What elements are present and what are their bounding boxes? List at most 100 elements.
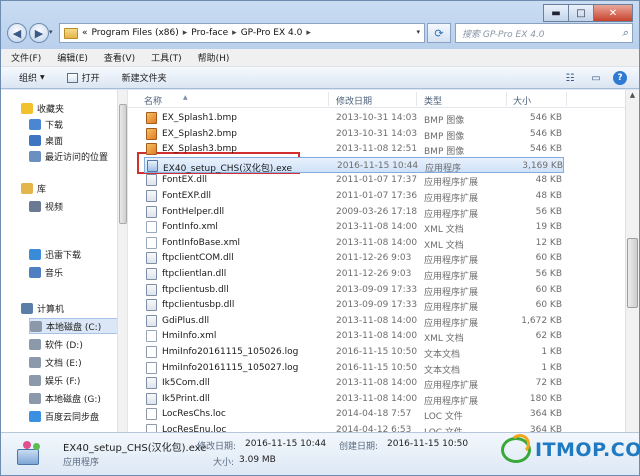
dll-file-icon	[146, 314, 157, 327]
column-divider[interactable]	[416, 92, 417, 106]
open-button[interactable]: 打开	[66, 71, 100, 84]
nav-item[interactable]: 桌面	[29, 132, 63, 148]
navigation-scroll-thumb[interactable]	[119, 104, 127, 224]
forward-button[interactable]: ▶	[29, 23, 49, 43]
breadcrumb-gp-pro-ex[interactable]: GP-Pro EX 4.0	[241, 28, 303, 38]
navigation-scrollbar[interactable]	[117, 90, 127, 432]
breadcrumb-separator[interactable]: ▸	[232, 28, 237, 38]
search-icon[interactable]: ⌕	[622, 26, 628, 40]
file-row[interactable]: Ik5Com.dll 2013-11-08 14:00 应用程序扩展 72 KB	[144, 375, 564, 391]
address-bar[interactable]: « Program Files (x86) ▸ Pro-face ▸ GP-Pr…	[59, 23, 425, 43]
bmp-file-icon	[146, 127, 157, 140]
maximize-button[interactable]: □	[568, 4, 594, 22]
file-row[interactable]: HmiInfo20161115_105026.log 2016-11-15 10:…	[144, 344, 564, 360]
file-row[interactable]: FontHelper.dll 2009-03-26 17:18 应用程序扩展 56 K…	[144, 204, 564, 220]
file-row[interactable]: GdiPlus.dll 2013-11-08 14:00 应用程序扩展 1,672 K…	[144, 313, 564, 329]
close-button[interactable]: ✕	[593, 4, 633, 22]
file-row[interactable]: LocResChs.loc 2014-04-18 7:57 LOC 文件 364 KB	[144, 406, 564, 422]
nav-item-label: 最近访问的位置	[45, 152, 109, 163]
nav-item[interactable]: 娱乐 (F:)	[29, 372, 80, 388]
file-name: ftpclientusbp.dll	[162, 300, 235, 311]
thunder-icon	[29, 248, 41, 260]
breadcrumb-pro-face[interactable]: Pro-face	[191, 28, 228, 38]
file-row[interactable]: EX_Splash2.bmp 2013-10-31 14:03 BMP 图像 546 …	[144, 126, 564, 142]
menu-edit[interactable]: 编辑(E)	[57, 51, 88, 64]
new-folder-label: 新建文件夹	[121, 74, 167, 84]
file-row[interactable]: HmiInfo.xml 2013-11-08 14:00 XML 文档 62 KB	[144, 328, 564, 344]
menu-help[interactable]: 帮助(H)	[198, 51, 230, 64]
refresh-button[interactable]: ⟳	[427, 23, 451, 43]
nav-item[interactable]: 最近访问的位置	[29, 148, 108, 164]
organize-button[interactable]: 组织 ▼	[19, 71, 45, 84]
nav-item[interactable]: 库	[21, 180, 46, 196]
file-row[interactable]: FontEXP.dll 2011-01-07 17:36 应用程序扩展 48 KB	[144, 188, 564, 204]
file-type: 应用程序扩展	[424, 318, 479, 329]
nav-item[interactable]: 百度云同步盘	[29, 408, 99, 424]
nav-item-label: 桌面	[45, 136, 64, 147]
file-list-scrollbar[interactable]: ▲	[625, 90, 639, 432]
column-size[interactable]: 大小	[513, 94, 531, 107]
nav-item[interactable]: 文档 (E:)	[29, 354, 82, 370]
watermark: ITMOP.COM	[501, 434, 640, 463]
file-name: HmiInfo20161115_105026.log	[162, 347, 299, 357]
search-input[interactable]: 搜索 GP-Pro EX 4.0 ⌕	[455, 23, 633, 43]
scroll-up-icon[interactable]: ▲	[627, 91, 638, 103]
minimize-button[interactable]: ▬	[543, 4, 569, 22]
new-folder-button[interactable]: 新建文件夹	[122, 71, 167, 84]
file-size: 62 KB	[535, 331, 562, 342]
file-row[interactable]: ftpclientusb.dll 2013-09-09 17:33 应用程序扩展 60…	[144, 282, 564, 298]
file-row[interactable]: Ik5Print.dll 2013-11-08 14:00 应用程序扩展 180 KB	[144, 391, 564, 407]
address-dropdown[interactable]: ▾	[416, 28, 420, 36]
file-row[interactable]: ftpclientlan.dll 2011-12-26 9:03 应用程序扩展 56 …	[144, 266, 564, 282]
menu-file[interactable]: 文件(F)	[11, 51, 41, 64]
view-controls: ☷ ▭ ?	[553, 71, 627, 85]
nav-item[interactable]: 计算机	[21, 300, 64, 316]
file-row[interactable]: ftpclientusbp.dll 2013-09-09 17:33 应用程序扩展 6…	[144, 297, 564, 313]
nav-item[interactable]: 本地磁盘 (G:)	[29, 390, 101, 406]
file-type: 应用程序扩展	[424, 396, 479, 407]
column-divider[interactable]	[506, 92, 507, 106]
download-folder-icon	[29, 118, 41, 130]
nav-item[interactable]: 迅雷下载	[29, 246, 81, 262]
nav-item[interactable]: 本地磁盘 (C:)	[29, 318, 119, 334]
arrow-right-icon: ▶	[34, 26, 44, 40]
breadcrumb-separator[interactable]: ▸	[183, 28, 188, 38]
breadcrumb-separator[interactable]: ▸	[306, 28, 311, 38]
file-row[interactable]: FontInfoBase.xml 2013-11-08 14:00 XML 文档 12…	[144, 235, 564, 251]
file-type: XML 文档	[424, 225, 464, 236]
file-row[interactable]: FontEX.dll 2011-01-07 17:37 应用程序扩展 48 KB	[144, 172, 564, 188]
file-row[interactable]: FontInfo.xml 2013-11-08 14:00 XML 文档 19 KB	[144, 219, 564, 235]
file-row[interactable]: EX_Splash1.bmp 2013-10-31 14:03 BMP 图像 546 …	[144, 110, 564, 126]
column-date[interactable]: 修改日期	[336, 94, 372, 107]
file-row[interactable]: LocResEnu.loc 2014-04-12 6:53 LOC 文件 364 KB	[144, 422, 564, 432]
nav-item-label: 库	[37, 184, 47, 195]
change-view-button[interactable]: ☷	[561, 71, 579, 85]
column-headers: ▲ 名称 修改日期 类型 大小	[128, 90, 625, 108]
column-name[interactable]: 名称	[144, 94, 162, 107]
file-row[interactable]: EX_Splash3.bmp 2013-11-08 12:51 BMP 图像 546 …	[144, 141, 564, 157]
nav-item[interactable]: 音乐	[29, 264, 63, 280]
nav-item[interactable]: 收藏夹	[21, 100, 64, 116]
file-row[interactable]: ftpclientCOM.dll 2011-12-26 9:03 应用程序扩展 60 …	[144, 250, 564, 266]
menu-tools[interactable]: 工具(T)	[151, 51, 182, 64]
column-type[interactable]: 类型	[424, 94, 442, 107]
file-row[interactable]: HmiInfo20161115_105027.log 2016-11-15 10:…	[144, 360, 564, 376]
help-button[interactable]: ?	[613, 71, 627, 85]
breadcrumb-program-files[interactable]: Program Files (x86)	[92, 28, 179, 38]
file-type: BMP 图像	[424, 116, 465, 126]
file-date: 2011-01-07 17:36	[336, 191, 418, 201]
preview-pane-button[interactable]: ▭	[587, 71, 605, 85]
nav-item[interactable]: 下载	[29, 116, 63, 132]
column-divider[interactable]	[566, 92, 567, 106]
recent-pages-dropdown[interactable]: ▾	[49, 28, 53, 36]
file-row[interactable]: EX40_setup_CHS(汉化包).exe 2016-11-15 10:44 应…	[144, 156, 564, 174]
column-divider[interactable]	[328, 92, 329, 106]
address-overflow[interactable]: «	[82, 28, 88, 38]
menu-view[interactable]: 查看(V)	[104, 51, 135, 64]
file-scroll-thumb[interactable]	[627, 238, 638, 308]
nav-item[interactable]: 软件 (D:)	[29, 336, 83, 352]
open-label: 打开	[81, 74, 100, 84]
help-icon: ?	[617, 73, 623, 83]
nav-item[interactable]: 视频	[29, 198, 63, 214]
back-button[interactable]: ◀	[7, 23, 27, 43]
